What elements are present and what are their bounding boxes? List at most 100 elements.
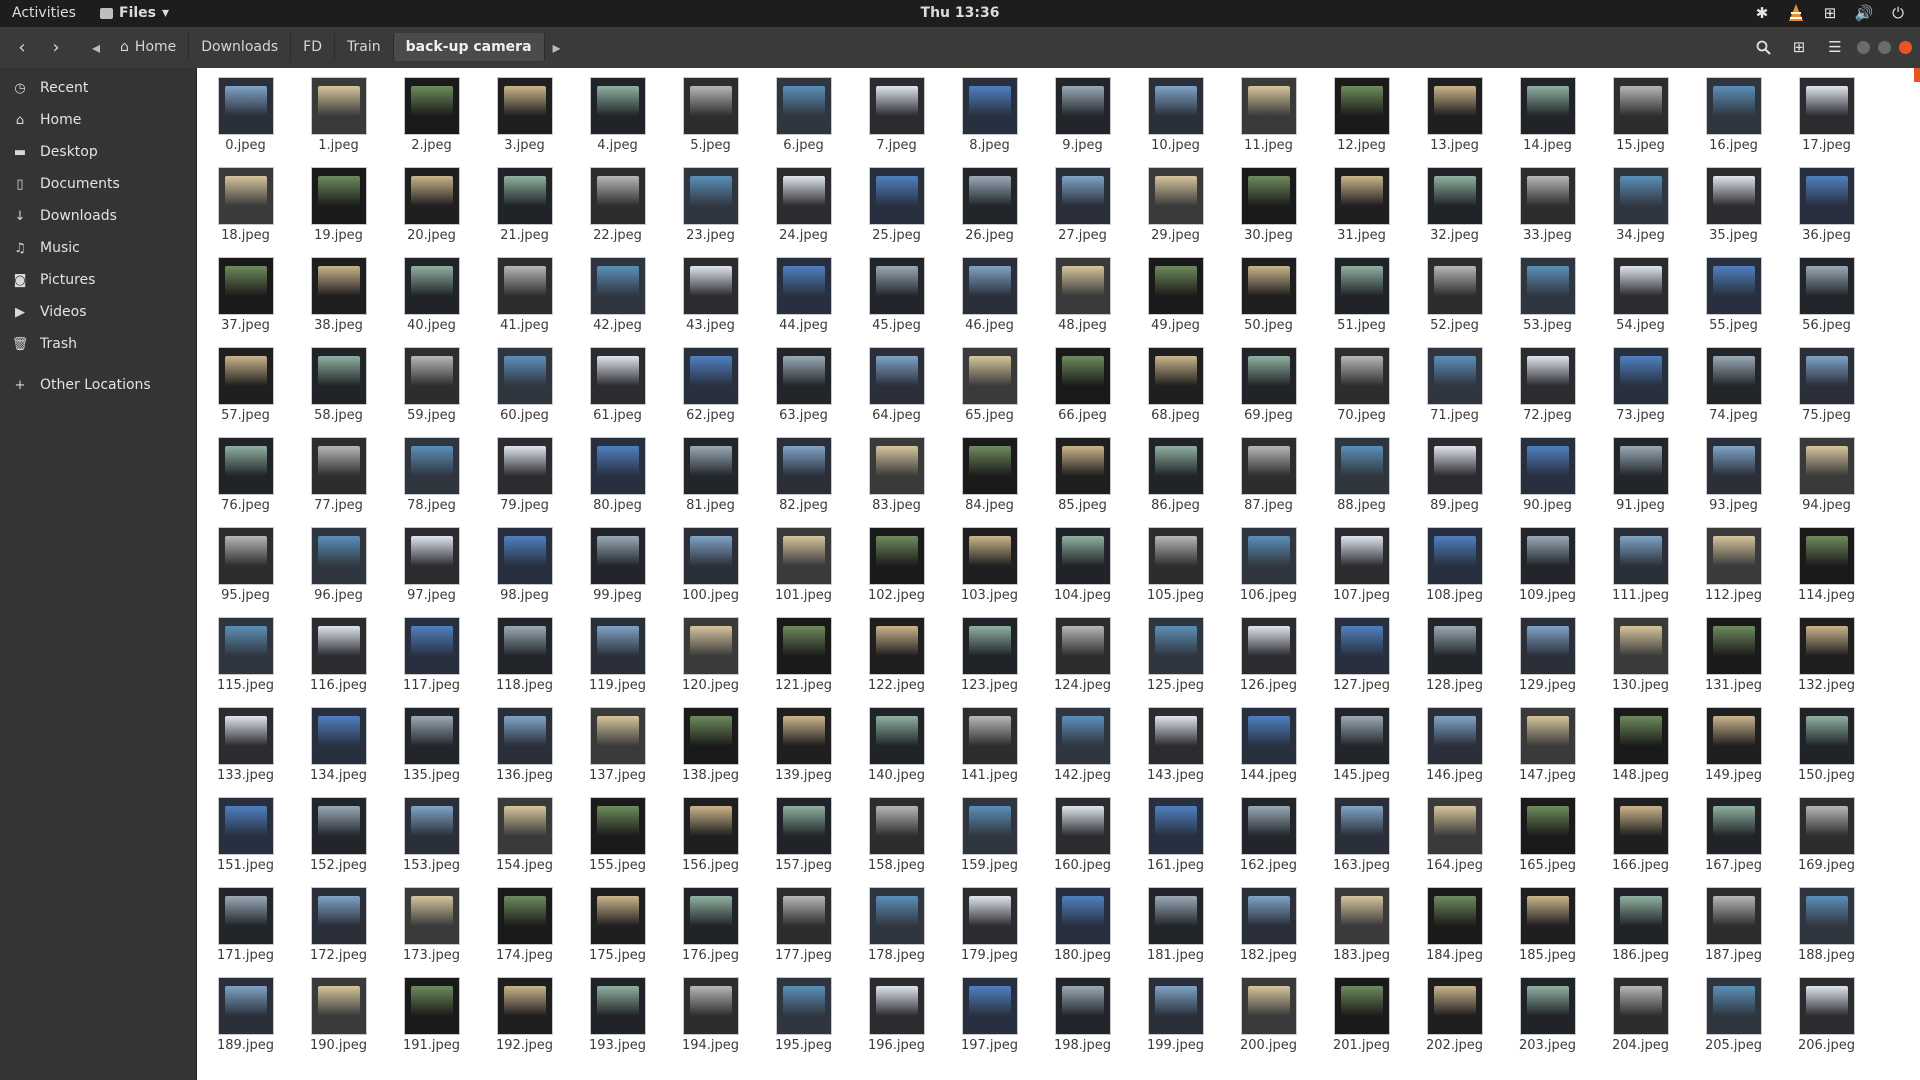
file-item[interactable]: 61.jpeg: [571, 342, 664, 428]
file-item[interactable]: 33.jpeg: [1501, 162, 1594, 248]
file-item[interactable]: 31.jpeg: [1315, 162, 1408, 248]
file-item[interactable]: 153.jpeg: [385, 792, 478, 878]
file-item[interactable]: 175.jpeg: [571, 882, 664, 968]
file-item[interactable]: 159.jpeg: [943, 792, 1036, 878]
file-item[interactable]: 115.jpeg: [199, 612, 292, 698]
file-item[interactable]: 38.jpeg: [292, 252, 385, 338]
file-item[interactable]: 111.jpeg: [1594, 522, 1687, 608]
file-item[interactable]: 84.jpeg: [943, 432, 1036, 518]
file-item[interactable]: 58.jpeg: [292, 342, 385, 428]
file-item[interactable]: 152.jpeg: [292, 792, 385, 878]
maximize-button[interactable]: [1878, 40, 1891, 54]
file-item[interactable]: 51.jpeg: [1315, 252, 1408, 338]
breadcrumb-home[interactable]: ⌂ Home: [108, 33, 190, 61]
file-item[interactable]: 145.jpeg: [1315, 702, 1408, 788]
file-item[interactable]: 76.jpeg: [199, 432, 292, 518]
breadcrumb-downloads[interactable]: Downloads: [189, 33, 292, 61]
clock[interactable]: Thu 13:36: [921, 5, 1000, 21]
file-item[interactable]: 138.jpeg: [664, 702, 757, 788]
file-item[interactable]: 165.jpeg: [1501, 792, 1594, 878]
file-item[interactable]: 139.jpeg: [757, 702, 850, 788]
file-item[interactable]: 82.jpeg: [757, 432, 850, 518]
file-item[interactable]: 172.jpeg: [292, 882, 385, 968]
file-item[interactable]: 23.jpeg: [664, 162, 757, 248]
file-item[interactable]: 199.jpeg: [1129, 972, 1222, 1058]
file-item[interactable]: 97.jpeg: [385, 522, 478, 608]
file-item[interactable]: 79.jpeg: [478, 432, 571, 518]
file-item[interactable]: 11.jpeg: [1222, 72, 1315, 158]
file-item[interactable]: 7.jpeg: [850, 72, 943, 158]
file-item[interactable]: 126.jpeg: [1222, 612, 1315, 698]
file-item[interactable]: 3.jpeg: [478, 72, 571, 158]
file-item[interactable]: 122.jpeg: [850, 612, 943, 698]
file-item[interactable]: 30.jpeg: [1222, 162, 1315, 248]
file-item[interactable]: 94.jpeg: [1780, 432, 1873, 518]
menu-icon[interactable]: ☰: [1821, 34, 1849, 60]
file-item[interactable]: 32.jpeg: [1408, 162, 1501, 248]
file-item[interactable]: 90.jpeg: [1501, 432, 1594, 518]
file-item[interactable]: 127.jpeg: [1315, 612, 1408, 698]
file-item[interactable]: 64.jpeg: [850, 342, 943, 428]
sidebar-item-videos[interactable]: ▶ Videos: [0, 296, 196, 328]
file-item[interactable]: 70.jpeg: [1315, 342, 1408, 428]
file-item[interactable]: 45.jpeg: [850, 252, 943, 338]
file-item[interactable]: 132.jpeg: [1780, 612, 1873, 698]
file-item[interactable]: 130.jpeg: [1594, 612, 1687, 698]
file-item[interactable]: 41.jpeg: [478, 252, 571, 338]
file-item[interactable]: 196.jpeg: [850, 972, 943, 1058]
file-item[interactable]: 206.jpeg: [1780, 972, 1873, 1058]
file-item[interactable]: 158.jpeg: [850, 792, 943, 878]
breadcrumb-back-up-camera[interactable]: back-up camera: [393, 33, 545, 61]
file-item[interactable]: 59.jpeg: [385, 342, 478, 428]
settings-icon[interactable]: ✱: [1752, 3, 1772, 23]
file-item[interactable]: 71.jpeg: [1408, 342, 1501, 428]
file-item[interactable]: 10.jpeg: [1129, 72, 1222, 158]
file-item[interactable]: 65.jpeg: [943, 342, 1036, 428]
file-item[interactable]: 26.jpeg: [943, 162, 1036, 248]
file-item[interactable]: 13.jpeg: [1408, 72, 1501, 158]
file-item[interactable]: 8.jpeg: [943, 72, 1036, 158]
file-item[interactable]: 25.jpeg: [850, 162, 943, 248]
file-item[interactable]: 144.jpeg: [1222, 702, 1315, 788]
file-item[interactable]: 5.jpeg: [664, 72, 757, 158]
file-item[interactable]: 160.jpeg: [1036, 792, 1129, 878]
file-item[interactable]: 107.jpeg: [1315, 522, 1408, 608]
file-item[interactable]: 161.jpeg: [1129, 792, 1222, 878]
file-item[interactable]: 36.jpeg: [1780, 162, 1873, 248]
file-item[interactable]: 105.jpeg: [1129, 522, 1222, 608]
file-item[interactable]: 1.jpeg: [292, 72, 385, 158]
file-item[interactable]: 148.jpeg: [1594, 702, 1687, 788]
file-item[interactable]: 166.jpeg: [1594, 792, 1687, 878]
sidebar-item-desktop[interactable]: ▬ Desktop: [0, 136, 196, 168]
app-menu[interactable]: Files ▾: [100, 5, 169, 21]
breadcrumb-fd[interactable]: FD: [291, 33, 335, 61]
file-item[interactable]: 183.jpeg: [1315, 882, 1408, 968]
file-item[interactable]: 116.jpeg: [292, 612, 385, 698]
file-item[interactable]: 181.jpeg: [1129, 882, 1222, 968]
file-view[interactable]: 0.jpeg 1.jpeg 2.jpeg 3.jpeg 4.jpeg 5.jpeg 6.jp…: [197, 68, 1920, 1080]
file-item[interactable]: 101.jpeg: [757, 522, 850, 608]
file-item[interactable]: 80.jpeg: [571, 432, 664, 518]
minimize-button[interactable]: [1857, 40, 1870, 54]
file-item[interactable]: 89.jpeg: [1408, 432, 1501, 518]
file-item[interactable]: 83.jpeg: [850, 432, 943, 518]
file-item[interactable]: 150.jpeg: [1780, 702, 1873, 788]
file-item[interactable]: 42.jpeg: [571, 252, 664, 338]
file-item[interactable]: 63.jpeg: [757, 342, 850, 428]
file-item[interactable]: 74.jpeg: [1687, 342, 1780, 428]
file-item[interactable]: 98.jpeg: [478, 522, 571, 608]
file-item[interactable]: 146.jpeg: [1408, 702, 1501, 788]
file-item[interactable]: 56.jpeg: [1780, 252, 1873, 338]
file-item[interactable]: 99.jpeg: [571, 522, 664, 608]
file-item[interactable]: 85.jpeg: [1036, 432, 1129, 518]
file-item[interactable]: 188.jpeg: [1780, 882, 1873, 968]
file-item[interactable]: 164.jpeg: [1408, 792, 1501, 878]
file-item[interactable]: 193.jpeg: [571, 972, 664, 1058]
file-item[interactable]: 27.jpeg: [1036, 162, 1129, 248]
file-item[interactable]: 173.jpeg: [385, 882, 478, 968]
file-item[interactable]: 54.jpeg: [1594, 252, 1687, 338]
file-item[interactable]: 171.jpeg: [199, 882, 292, 968]
file-item[interactable]: 167.jpeg: [1687, 792, 1780, 878]
file-item[interactable]: 22.jpeg: [571, 162, 664, 248]
scrollbar[interactable]: [1914, 68, 1920, 82]
